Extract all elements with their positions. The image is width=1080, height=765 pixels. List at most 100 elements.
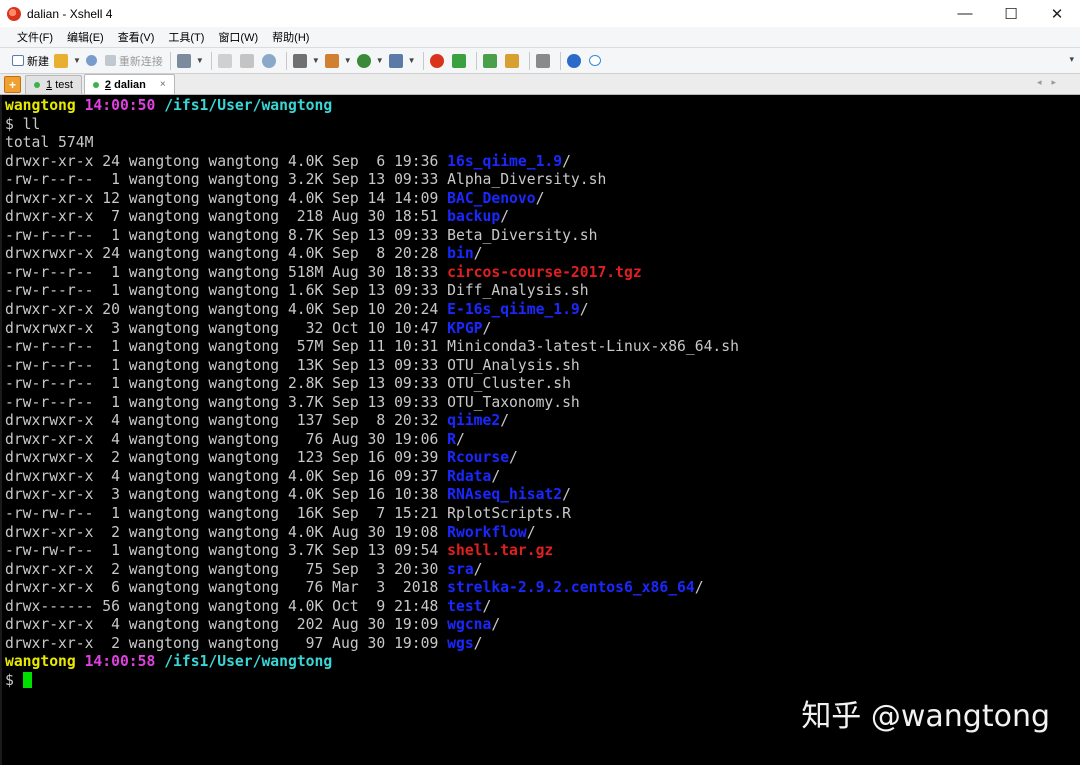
open-button[interactable]: ▼ (54, 51, 81, 71)
copy-button[interactable] (217, 51, 235, 71)
tab-test[interactable]: 1 test (25, 75, 82, 94)
layout-icon (482, 53, 497, 68)
properties-icon (176, 53, 191, 68)
toolbar: 新建 ▼ 重新连接 ▼ ▼ ▼ ▼ ▼ ▾ (0, 47, 1080, 74)
toolbar-overflow-icon[interactable]: ▾ (1069, 54, 1074, 65)
help-button[interactable] (566, 51, 584, 71)
terminal-output[interactable]: wangtong 14:00:50 /ifs1/User/wangtong $ … (0, 95, 1080, 765)
menu-help[interactable]: 帮助(H) (265, 29, 316, 45)
paste-button[interactable] (239, 51, 257, 71)
new-session-button[interactable]: 新建 (12, 51, 49, 71)
directory-slash: / (694, 579, 704, 597)
file-metadata: drwxr-xr-x 4 wangtong wangtong 76 Aug 30… (5, 430, 448, 448)
directory-name: 16s_qiime_1.9 (447, 152, 563, 170)
menu-tools[interactable]: 工具(T) (161, 29, 211, 45)
directory-name: strelka-2.9.2.centos6_x86_64 (447, 579, 695, 597)
directory-name: Rworkflow (447, 523, 527, 541)
directory-slash: / (473, 245, 483, 263)
file-metadata: drwxrwxr-x 24 wangtong wangtong 4.0K Sep… (5, 245, 448, 263)
maximize-button[interactable]: ☐ (988, 0, 1034, 27)
session-tab-bar: + 1 test 2 dalian × ◂▸ (0, 74, 1080, 95)
file-name: OTU_Analysis.sh (447, 356, 580, 374)
encoding-button[interactable]: ▼ (356, 51, 384, 71)
xftp-icon (451, 53, 466, 68)
listing-row: -rw-r--r-- 1 wangtong wangtong 1.6K Sep … (5, 282, 1080, 301)
disconnect-icon (85, 55, 97, 66)
new-tab-button[interactable]: + (4, 76, 21, 93)
file-metadata: -rw-r--r-- 1 wangtong wangtong 3.2K Sep … (5, 171, 448, 189)
directory-name: Rdata (447, 467, 492, 485)
properties-button[interactable]: ▼ (176, 51, 204, 71)
prompt-user: wangtong (5, 97, 76, 114)
keyboard-button[interactable] (535, 51, 553, 71)
toolbar-separator (528, 51, 530, 70)
reconnect-button[interactable]: 重新连接 (104, 51, 163, 71)
close-button[interactable]: ✕ (1034, 0, 1080, 27)
file-metadata: drwxrwxr-x 4 wangtong wangtong 137 Sep 8… (5, 412, 448, 430)
directory-name: R (447, 430, 456, 448)
toolbar-separator (559, 51, 561, 70)
listing-row: -rw-r--r-- 1 wangtong wangtong 2.8K Sep … (5, 375, 1080, 394)
listing-row: drwxr-xr-x 4 wangtong wangtong 76 Aug 30… (5, 431, 1080, 450)
keymap-icon (388, 53, 403, 68)
keymap-button[interactable]: ▼ (388, 51, 416, 71)
file-name: Diff_Analysis.sh (447, 282, 589, 300)
transfer-icon (324, 53, 339, 68)
listing-row: -rw-r--r-- 1 wangtong wangtong 3.7K Sep … (5, 394, 1080, 413)
menu-file[interactable]: 文件(F) (10, 29, 60, 45)
file-metadata: drwxr-xr-x 12 wangtong wangtong 4.0K Sep… (5, 189, 448, 207)
listing-row: drwxr-xr-x 24 wangtong wangtong 4.0K Sep… (5, 153, 1080, 172)
input-prompt: $ (5, 671, 23, 689)
lock-button[interactable] (504, 51, 522, 71)
listing-row: -rw-r--r-- 1 wangtong wangtong 57M Sep 1… (5, 338, 1080, 357)
chevron-down-icon: ▼ (375, 56, 384, 65)
directory-slash: / (491, 616, 501, 634)
listing-row: drwxr-xr-x 6 wangtong wangtong 76 Mar 3 … (5, 579, 1080, 598)
reconnect-icon (104, 55, 116, 66)
copy-icon (217, 53, 232, 68)
prompt-line: wangtong 14:00:58 /ifs1/User/wangtong (5, 653, 1080, 672)
file-metadata: -rw-r--r-- 1 wangtong wangtong 1.6K Sep … (5, 282, 448, 300)
tab-scroll-icons[interactable]: ◂▸ (1037, 77, 1066, 88)
chevron-down-icon: ▼ (343, 56, 352, 65)
input-line[interactable]: $ (5, 671, 1080, 691)
chat-button[interactable] (588, 51, 604, 71)
xshell-button[interactable] (429, 51, 447, 71)
file-metadata: drwxrwxr-x 4 wangtong wangtong 4.0K Sep … (5, 467, 448, 485)
directory-name: bin (447, 245, 474, 263)
total-line: total 574M (5, 134, 94, 152)
xftp-button[interactable] (451, 51, 469, 71)
prompt-line: wangtong 14:00:50 /ifs1/User/wangtong (5, 97, 1080, 116)
title-bar[interactable]: dalian - Xshell 4 — ☐ ✕ (0, 0, 1080, 27)
menu-window[interactable]: 窗口(W) (211, 29, 265, 45)
listing-row: drwxr-xr-x 20 wangtong wangtong 4.0K Sep… (5, 301, 1080, 320)
file-name: Alpha_Diversity.sh (447, 171, 607, 189)
menu-edit[interactable]: 编辑(E) (60, 29, 111, 45)
archive-name: circos-course-2017.tgz (447, 263, 642, 281)
tab-dalian[interactable]: 2 dalian × (83, 74, 175, 94)
print-button[interactable]: ▼ (292, 51, 320, 71)
find-button[interactable] (261, 51, 279, 71)
watermark: 知乎 @wangtong (801, 699, 1050, 734)
disconnect-button[interactable] (85, 51, 100, 71)
menu-bar: 文件(F) 编辑(E) 查看(V) 工具(T) 窗口(W) 帮助(H) (0, 27, 1080, 47)
directory-slash: / (500, 412, 510, 430)
file-metadata: drwxrwxr-x 3 wangtong wangtong 32 Oct 10… (5, 319, 448, 337)
menu-view[interactable]: 查看(V) (111, 29, 162, 45)
directory-slash: / (562, 486, 571, 504)
directory-slash: / (455, 430, 465, 448)
file-metadata: drwx------ 56 wangtong wangtong 4.0K Oct… (5, 597, 448, 615)
minimize-button[interactable]: — (942, 0, 988, 27)
file-metadata: -rw-r--r-- 1 wangtong wangtong 3.7K Sep … (5, 393, 448, 411)
tab-close-icon[interactable]: × (160, 79, 166, 90)
directory-slash: / (579, 301, 589, 319)
layout-button[interactable] (482, 51, 500, 71)
transfer-button[interactable]: ▼ (324, 51, 352, 71)
file-name: OTU_Cluster.sh (447, 375, 571, 393)
tab-label: dalian (114, 78, 146, 91)
directory-name: wgs (447, 634, 474, 652)
toolbar-separator (475, 51, 477, 70)
xshell-app-icon (7, 6, 21, 21)
window-title: dalian - Xshell 4 (27, 6, 113, 21)
listing-row: drwxr-xr-x 2 wangtong wangtong 75 Sep 3 … (5, 561, 1080, 580)
